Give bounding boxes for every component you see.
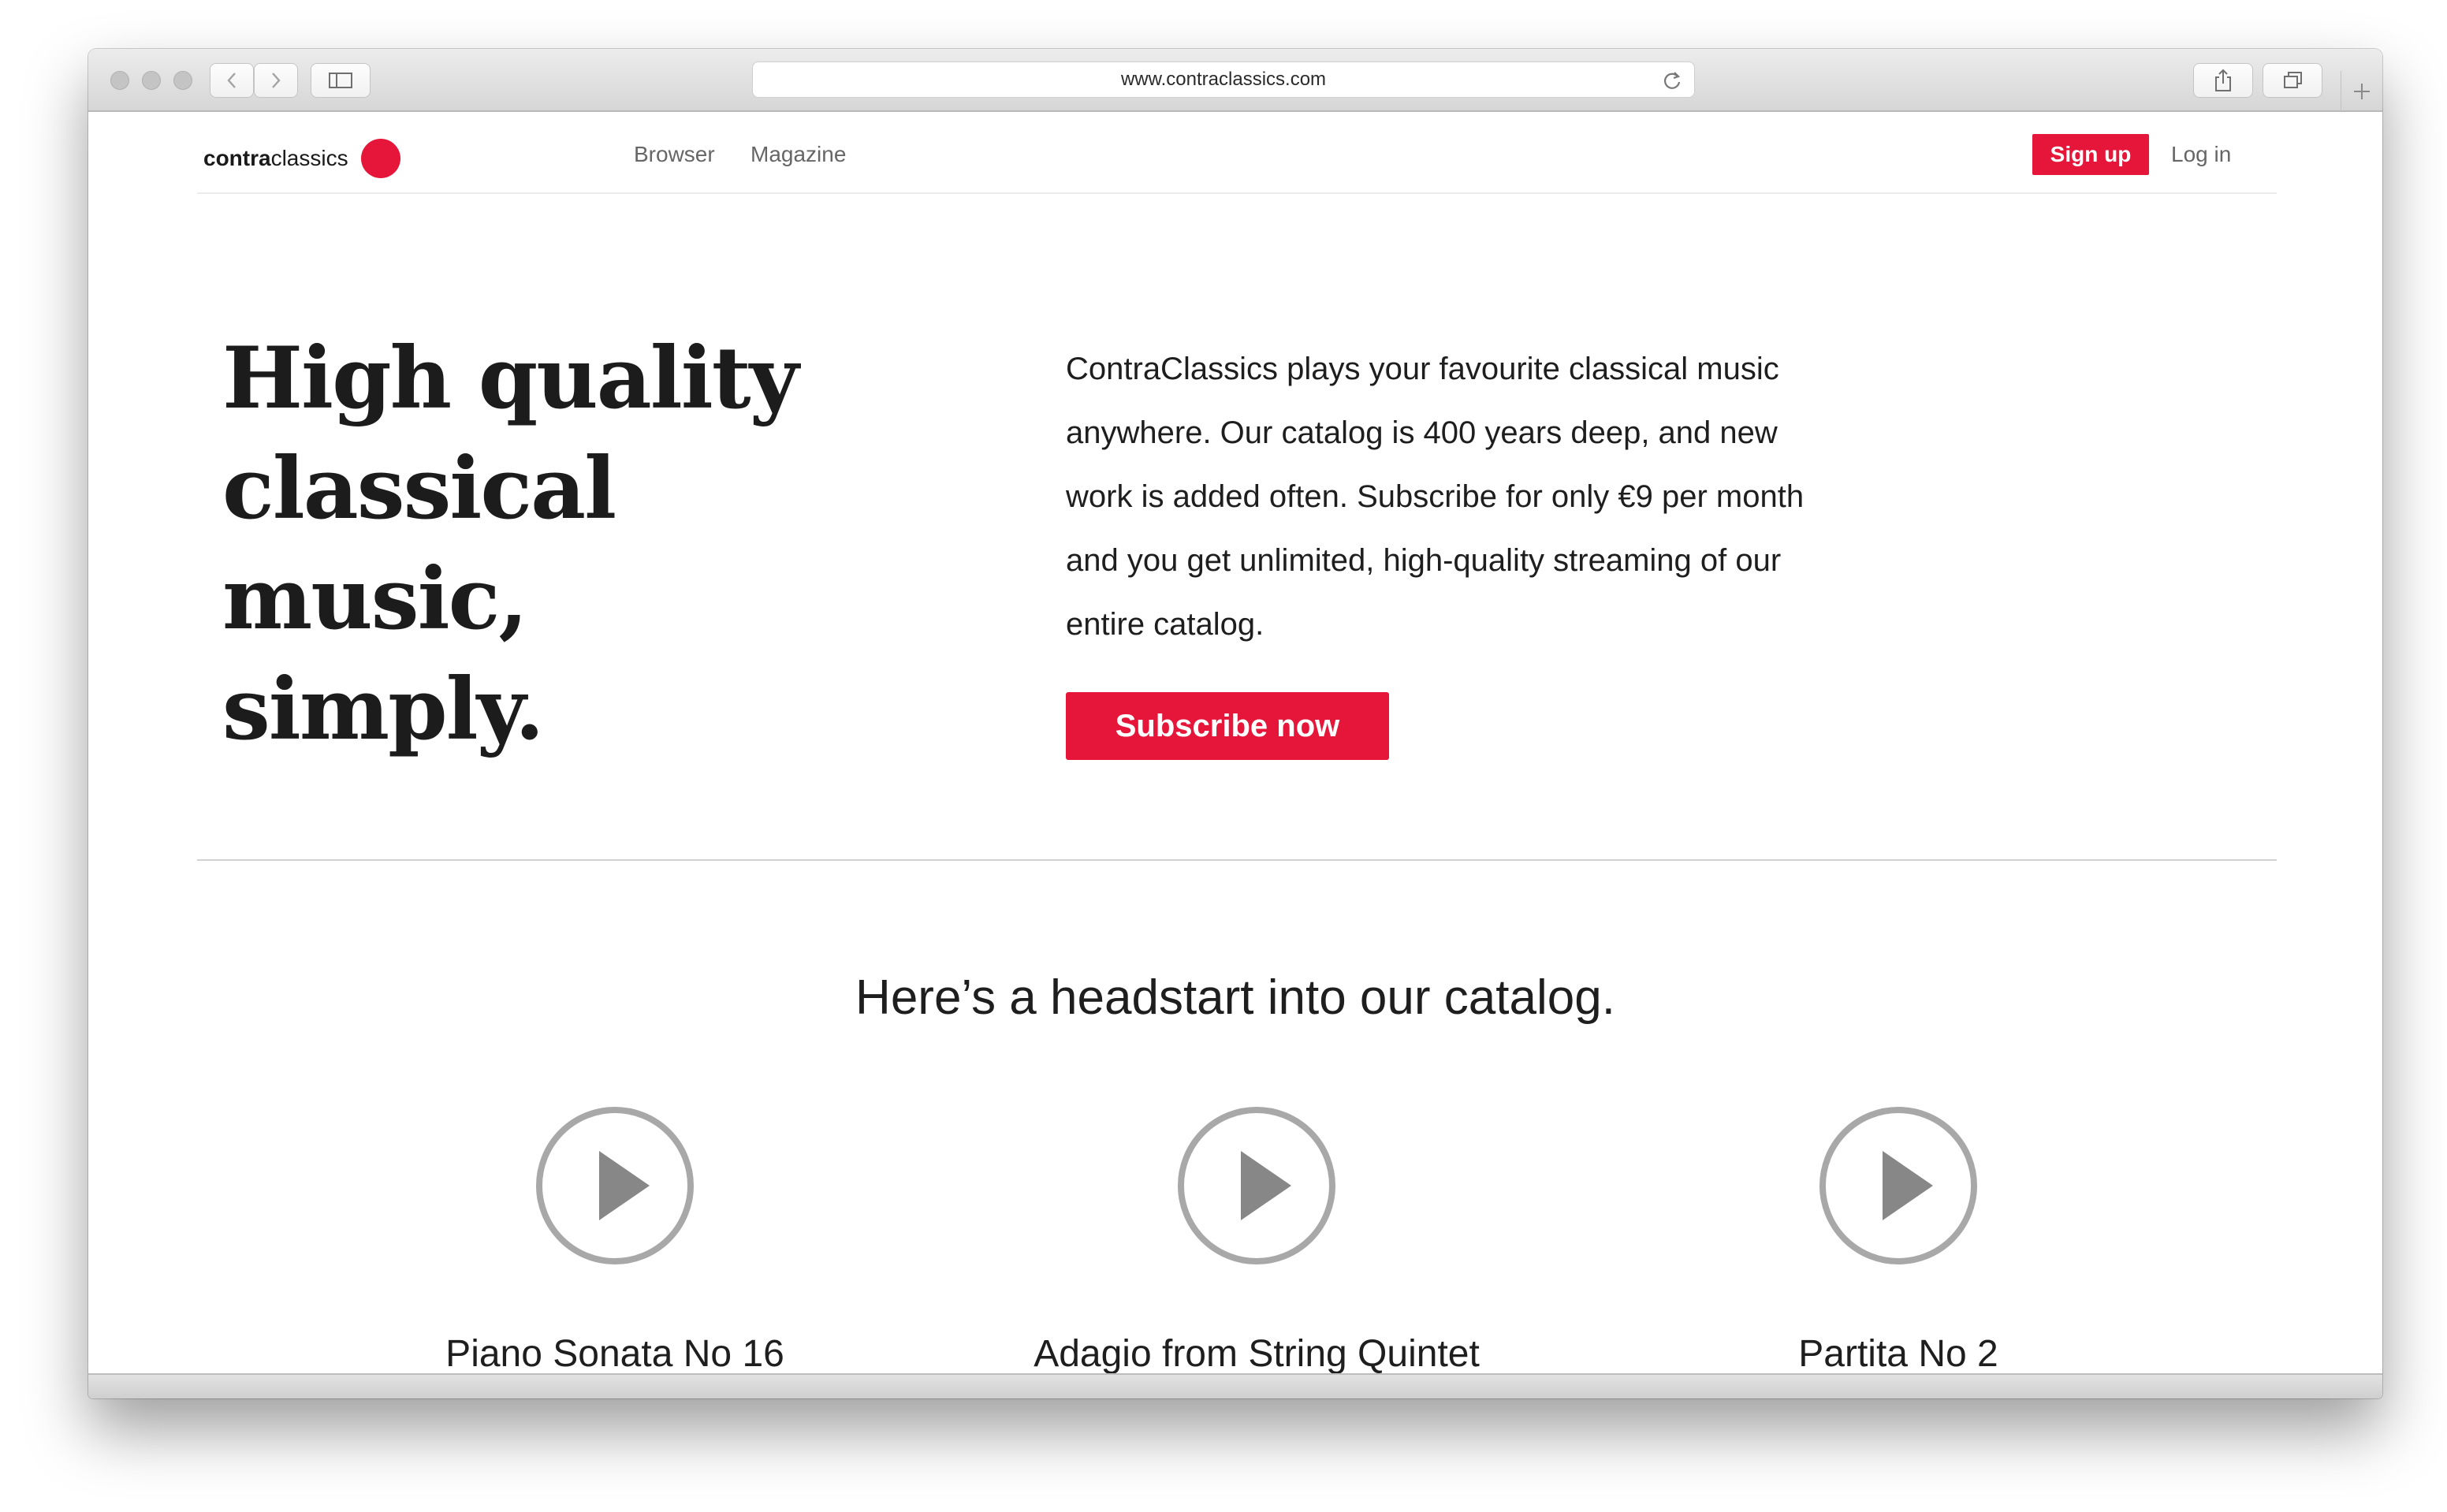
url-text: www.contraclassics.com (1120, 69, 1327, 90)
site-logo[interactable]: contra classics (203, 139, 400, 178)
chevron-left-icon (227, 73, 236, 88)
logo-light-text: classics (270, 146, 348, 170)
tabs-icon (2284, 72, 2302, 88)
log-in-link[interactable]: Log in (2171, 142, 2231, 167)
address-bar[interactable]: www.contraclassics.com (752, 61, 1695, 98)
intro-line: entire catalog. (1066, 607, 1264, 642)
page-content: contra classics Browser Magazine Sign up … (88, 112, 2382, 1381)
track-card: Piano Sonata No 16 (292, 1105, 938, 1376)
play-circle-icon[interactable] (1818, 1105, 1979, 1266)
track-title[interactable]: Partita No 2 (1575, 1332, 2222, 1376)
subscribe-now-button[interactable]: Subscribe now (1066, 692, 1389, 760)
hero-intro: ContraClassics plays your favourite clas… (1066, 337, 1862, 657)
headline-line: simply. (222, 660, 545, 759)
chevron-right-icon (272, 73, 281, 88)
share-icon (2215, 69, 2231, 91)
header-divider (197, 192, 2277, 194)
catalog-heading: Here’s a headstart into our catalog. (855, 970, 1615, 1025)
browser-toolbar: www.contraclassics.com (88, 49, 2382, 112)
track-title[interactable]: Adagio from String Quintet (933, 1332, 1580, 1376)
zoom-window-button[interactable] (173, 71, 192, 90)
hero-headline: High quality classical music, simply. (222, 323, 932, 765)
sign-up-button[interactable]: Sign up (2032, 134, 2149, 175)
back-button[interactable] (210, 63, 254, 98)
track-card: Partita No 2 (1575, 1105, 2222, 1376)
intro-line: work is added often. Subscribe for only … (1066, 479, 1805, 514)
play-circle-icon[interactable] (1176, 1105, 1337, 1266)
close-window-button[interactable] (110, 71, 129, 90)
nav-magazine-link[interactable]: Magazine (750, 142, 846, 167)
intro-line: anywhere. Our catalog is 400 years deep,… (1066, 415, 1778, 450)
window-bottom-edge (88, 1373, 2382, 1398)
intro-line: and you get unlimited, high-quality stre… (1066, 543, 1782, 578)
play-circle-icon[interactable] (534, 1105, 695, 1266)
section-divider (197, 859, 2277, 861)
browser-window: www.contraclassics.com contra classics Br… (88, 49, 2382, 1398)
headline-line: classical music, (222, 439, 616, 649)
track-title[interactable]: Piano Sonata No 16 (292, 1332, 938, 1376)
new-tab-button[interactable] (2341, 71, 2382, 112)
intro-line: ContraClassics plays your favourite clas… (1066, 352, 1779, 386)
logo-dot-icon (360, 139, 400, 178)
forward-button[interactable] (254, 63, 298, 98)
track-card: Adagio from String Quintet (933, 1105, 1580, 1376)
plus-icon (2354, 84, 2370, 99)
sidebar-toggle-button[interactable] (311, 63, 371, 98)
reload-icon[interactable] (1661, 69, 1683, 91)
tabs-overview-button[interactable] (2263, 63, 2322, 98)
logo-bold-text: contra (203, 146, 271, 170)
sidebar-icon (329, 73, 352, 88)
nav-browser-link[interactable]: Browser (634, 142, 715, 167)
minimize-window-button[interactable] (142, 71, 161, 90)
share-button[interactable] (2193, 63, 2253, 98)
headline-line: High quality (222, 329, 799, 428)
